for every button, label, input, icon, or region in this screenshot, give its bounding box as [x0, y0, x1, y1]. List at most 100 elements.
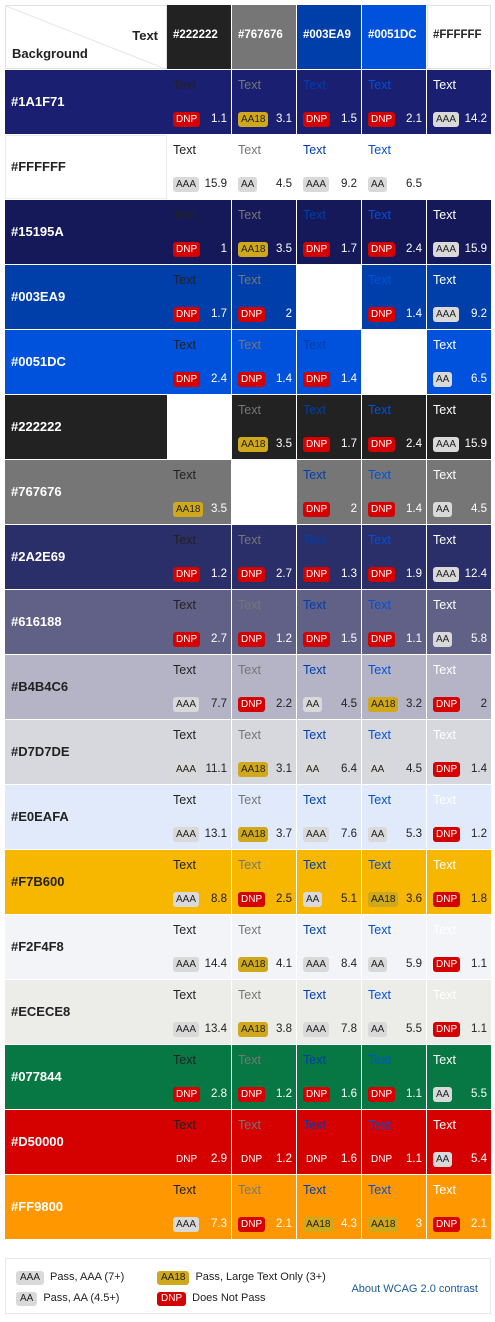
contrast-cell: Text DNP 2.1	[427, 1175, 491, 1239]
contrast-ratio: 1.6	[341, 1153, 357, 1165]
contrast-cell: Text DNP 2	[297, 460, 361, 524]
contrast-cell: Text DNP 1.2	[232, 590, 296, 654]
contrast-cell: Text DNP 1.1	[427, 915, 491, 979]
rating-badge: DNP	[303, 1087, 331, 1102]
legend: AAA Pass, AAA (7+) AA Pass, AA (4.5+) AA18…	[5, 1258, 491, 1314]
row-header-label: #616188	[11, 614, 62, 629]
contrast-ratio: 4.5	[341, 698, 357, 710]
contrast-ratio: 9.2	[341, 178, 357, 190]
contrast-ratio: 3.5	[211, 503, 227, 515]
table-row: #D50000 Text DNP 2.9 Text DNP 1.2 Text DNP 1.6 Tex…	[5, 1110, 491, 1174]
about-wcag-link[interactable]: About WCAG 2.0 contrast	[351, 1283, 478, 1295]
column-header: #003EA9	[297, 5, 361, 69]
contrast-cell: Text AA18 3.6	[362, 850, 426, 914]
contrast-ratio: 3.8	[276, 1023, 292, 1035]
contrast-ratio: 2.7	[276, 568, 292, 580]
contrast-ratio: 7.8	[341, 1023, 357, 1035]
rating-badge: DNP	[368, 1152, 396, 1167]
contrast-cell: Text DNP 1.7	[167, 265, 231, 329]
contrast-ratio: 1.5	[341, 113, 357, 125]
sample-text: Text	[303, 1053, 326, 1067]
contrast-ratio: 1.2	[276, 633, 292, 645]
sample-text: Text	[368, 143, 391, 157]
rating-badge: AA	[368, 1022, 388, 1037]
contrast-ratio: 1.2	[276, 1153, 292, 1165]
row-header: #003EA9	[5, 265, 167, 329]
contrast-cell: Text DNP 1.5	[297, 590, 361, 654]
rating-badge: AA18	[368, 1217, 399, 1232]
contrast-cell: Text AA 5.5	[427, 1045, 491, 1109]
rating-badge: DNP	[433, 892, 461, 907]
table-row: #003EA9 Text DNP 1.7 Text DNP 2 Text DNP 1.4 Text A…	[5, 265, 491, 329]
row-header: #D7D7DE	[5, 720, 167, 784]
contrast-cell: Text AA 5.3	[362, 785, 426, 849]
sample-text: Text	[238, 1053, 261, 1067]
contrast-cell: Text AAA 15.9	[427, 395, 491, 459]
rating-badge: AA	[433, 502, 453, 517]
sample-text: Text	[238, 403, 261, 417]
rating-badge: AA	[368, 177, 388, 192]
rating-badge: AA18	[368, 892, 399, 907]
rating-badge: DNP	[173, 567, 201, 582]
contrast-ratio: 8.8	[211, 893, 227, 905]
rating-badge: DNP	[368, 112, 396, 127]
rating-badge: AAA	[303, 957, 330, 972]
column-header: #222222	[167, 5, 231, 69]
contrast-cell: Text DNP 1.1	[362, 1045, 426, 1109]
row-header: #2A2E69	[5, 525, 167, 589]
contrast-cell: Text AAA 13.4	[167, 980, 231, 1044]
contrast-cell: Text AAA 7.3	[167, 1175, 231, 1239]
column-header: #FFFFFF	[427, 5, 491, 69]
contrast-ratio: 2.1	[406, 113, 422, 125]
rating-badge: AAA	[173, 762, 200, 777]
table-row: #F7B600 Text AAA 8.8 Text DNP 2.5 Text AA 5.1 Text…	[5, 850, 491, 914]
sample-text: Text	[433, 273, 456, 287]
contrast-cell: Text AA 5.5	[362, 980, 426, 1044]
contrast-ratio: 3.2	[406, 698, 422, 710]
contrast-ratio: 2	[285, 308, 292, 320]
row-header: #B4B4C6	[5, 655, 167, 719]
sample-text: Text	[303, 78, 326, 92]
contrast-cell: Text DNP 2	[427, 655, 491, 719]
sample-text: Text	[173, 143, 196, 157]
contrast-cell: Text DNP 1.7	[297, 200, 361, 264]
rating-badge: DNP	[173, 242, 201, 257]
contrast-ratio: 4.5	[406, 763, 422, 775]
row-header: #222222	[5, 395, 167, 459]
contrast-ratio: 1.5	[341, 633, 357, 645]
rating-badge: DNP	[303, 567, 331, 582]
sample-text: Text	[303, 793, 326, 807]
column-header-label: #003EA9	[303, 29, 351, 41]
contrast-ratio: 8.4	[341, 958, 357, 970]
column-header-label: #767676	[238, 29, 283, 41]
rating-badge: AA	[303, 697, 323, 712]
empty-cell	[427, 135, 491, 199]
rating-badge: AAA	[173, 1022, 200, 1037]
legend-item-aa: AA Pass, AA (4.5+)	[16, 1292, 119, 1306]
sample-text: Text	[238, 988, 261, 1002]
contrast-ratio: 6.4	[341, 763, 357, 775]
sample-text: Text	[173, 1118, 196, 1132]
row-header: #FF9800	[5, 1175, 167, 1239]
contrast-ratio: 2.9	[211, 1153, 227, 1165]
empty-cell	[297, 265, 361, 329]
rating-badge: AA	[433, 372, 453, 387]
sample-text: Text	[238, 793, 261, 807]
sample-text: Text	[433, 793, 456, 807]
contrast-ratio: 5.5	[406, 1023, 422, 1035]
contrast-cell: Text AA18 3.2	[362, 655, 426, 719]
contrast-ratio: 2.7	[211, 633, 227, 645]
row-header: #0051DC	[5, 330, 167, 394]
contrast-cell: Text AAA 9.2	[427, 265, 491, 329]
sample-text: Text	[368, 598, 391, 612]
contrast-grid: Text Background #222222 #767676 #003EA9 #00…	[5, 5, 491, 1239]
contrast-ratio: 5.3	[406, 828, 422, 840]
contrast-ratio: 5.8	[471, 633, 487, 645]
sample-text: Text	[368, 728, 391, 742]
contrast-cell: Text DNP 2.4	[362, 200, 426, 264]
sample-text: Text	[368, 1053, 391, 1067]
rating-badge: AAA	[173, 827, 200, 842]
rating-badge: DNP	[303, 1152, 331, 1167]
rating-badge: AA18	[238, 242, 269, 257]
sample-text: Text	[238, 1118, 261, 1132]
